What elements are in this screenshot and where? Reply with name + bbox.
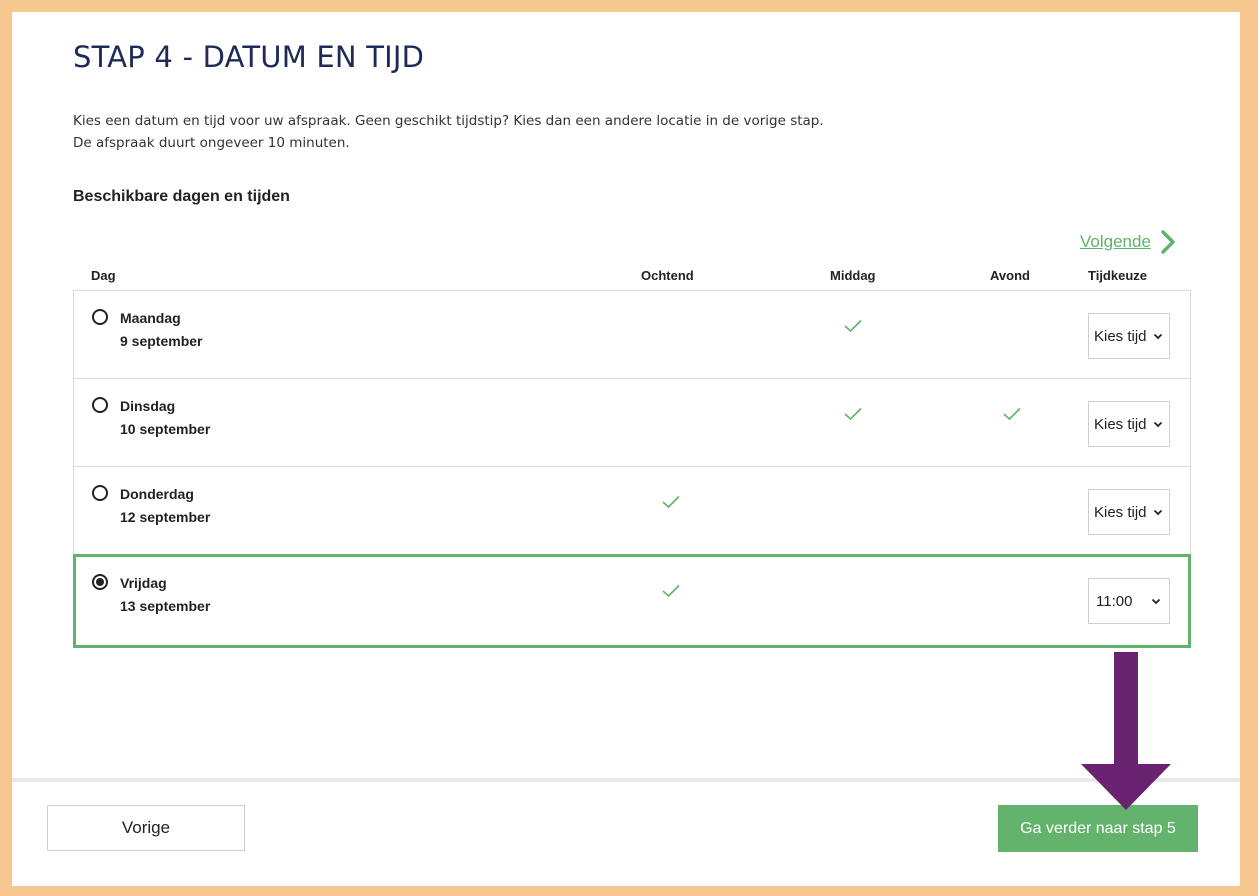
chevron-down-icon [1153, 421, 1163, 427]
next-week-link[interactable]: Volgende [1080, 230, 1175, 254]
day-date: 10 september [120, 421, 211, 437]
table-row-selected[interactable]: Vrijdag 13 september 11:00 [73, 554, 1191, 648]
day-date: 9 september [120, 333, 203, 349]
time-select[interactable]: Kies tijd [1088, 401, 1170, 447]
time-select-value: Kies tijd [1094, 415, 1147, 433]
day-radio[interactable] [92, 485, 108, 501]
available-days-heading: Beschikbare dagen en tijden [73, 188, 290, 205]
availability-table: Maandag 9 september Kies tijd Dinsdag 10… [73, 290, 1191, 648]
day-date: 13 september [120, 598, 211, 614]
time-select[interactable]: 11:00 [1088, 578, 1170, 624]
chevron-right-icon [1161, 230, 1175, 254]
previous-button[interactable]: Vorige [47, 805, 245, 851]
intro-line: Kies een datum en tijd voor uw afspraak.… [73, 113, 824, 129]
check-icon [844, 407, 862, 421]
day-name: Dinsdag [120, 398, 176, 414]
check-icon [662, 584, 680, 598]
appointment-panel: STAP 4 - DATUM EN TIJD Kies een datum en… [12, 12, 1240, 886]
check-icon [662, 495, 680, 509]
duration-line: De afspraak duurt ongeveer 10 minuten. [73, 135, 350, 151]
time-select-value: 11:00 [1096, 592, 1133, 610]
day-radio-checked[interactable] [92, 574, 108, 590]
arrow-down-icon [1081, 652, 1171, 810]
next-week-label: Volgende [1080, 232, 1151, 251]
day-radio[interactable] [92, 309, 108, 325]
day-date: 12 september [120, 509, 211, 525]
time-select[interactable]: Kies tijd [1088, 489, 1170, 535]
chevron-down-icon [1153, 333, 1163, 339]
footer-bar: Vorige Ga verder naar stap 5 [12, 778, 1240, 886]
chevron-down-icon [1151, 598, 1161, 604]
header-morning: Ochtend [641, 268, 694, 283]
header-evening: Avond [990, 268, 1030, 283]
day-name: Donderdag [120, 486, 194, 502]
continue-button[interactable]: Ga verder naar stap 5 [998, 805, 1198, 852]
page-title: STAP 4 - DATUM EN TIJD [73, 40, 425, 74]
table-row[interactable]: Dinsdag 10 september Kies tijd [73, 378, 1191, 466]
step-content: STAP 4 - DATUM EN TIJD Kies een datum en… [12, 12, 1240, 782]
day-name: Vrijdag [120, 575, 167, 591]
intro-text: Kies een datum en tijd voor uw afspraak.… [73, 110, 824, 154]
check-icon [1003, 407, 1021, 421]
time-select[interactable]: Kies tijd [1088, 313, 1170, 359]
header-day: Dag [91, 268, 116, 283]
day-name: Maandag [120, 310, 181, 326]
time-select-value: Kies tijd [1094, 327, 1147, 345]
table-row[interactable]: Donderdag 12 september Kies tijd [73, 466, 1191, 554]
table-header: Dag Ochtend Middag Avond Tijdkeuze [73, 268, 1193, 288]
header-time-choice: Tijdkeuze [1088, 268, 1148, 283]
day-radio[interactable] [92, 397, 108, 413]
check-icon [844, 319, 862, 333]
chevron-down-icon [1153, 509, 1163, 515]
time-select-value: Kies tijd [1094, 503, 1147, 521]
table-row[interactable]: Maandag 9 september Kies tijd [73, 290, 1191, 378]
header-afternoon: Middag [830, 268, 876, 283]
